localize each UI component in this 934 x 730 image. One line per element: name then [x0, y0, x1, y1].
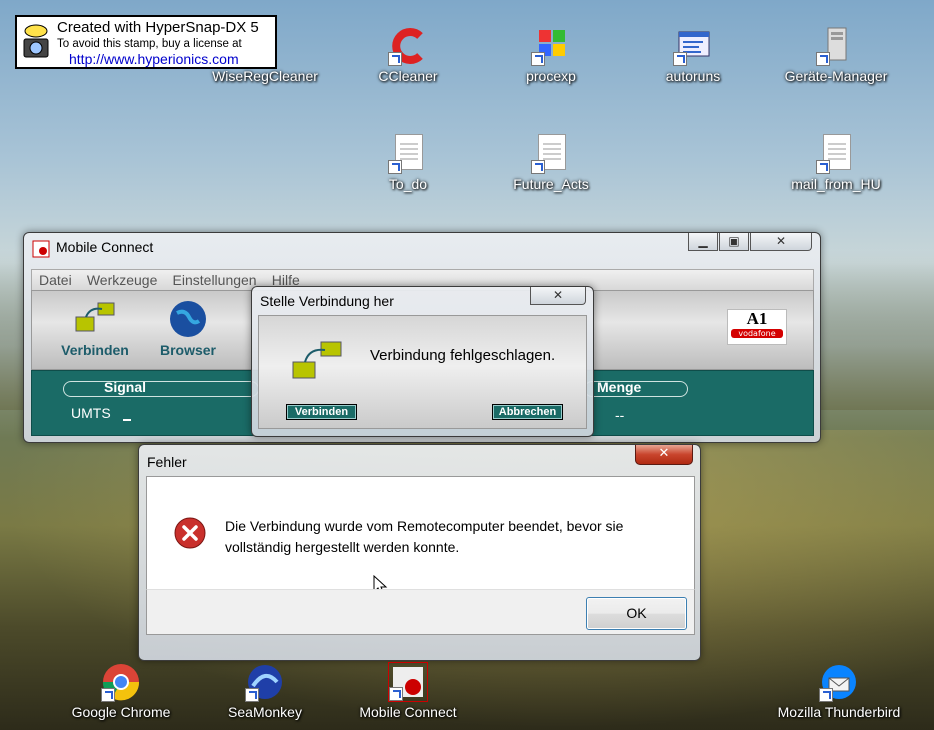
menge-label: Menge	[597, 379, 642, 395]
desktop-icon-label: To_do	[388, 176, 428, 192]
mobile-connect-icon	[388, 662, 428, 702]
shortcut-arrow-icon	[816, 160, 830, 174]
logo-text: A1	[746, 309, 768, 328]
camera-icon	[23, 24, 49, 58]
document-icon	[531, 134, 571, 174]
minimize-button[interactable]: ▁	[688, 233, 718, 251]
shortcut-arrow-icon	[673, 52, 687, 66]
mobile-connect-app-icon	[32, 240, 50, 258]
shortcut-arrow-icon	[816, 52, 830, 66]
desktop-icon-autoruns[interactable]: autoruns	[638, 26, 748, 84]
menu-werkzeuge[interactable]: Werkzeuge	[87, 270, 158, 288]
desktop-icon-ccleaner[interactable]: CCleaner	[353, 26, 463, 84]
error-dialog-title: Fehler	[147, 454, 187, 470]
error-dialog: Fehler ✕ Die Verbindung wurde vom Remote…	[138, 444, 701, 661]
error-message-area: Die Verbindung wurde vom Remotecomputer …	[146, 476, 695, 596]
desktop-icon-mozilla-thunderbird[interactable]: Mozilla Thunderbird	[774, 662, 904, 720]
signal-label: Signal	[104, 379, 147, 395]
shortcut-arrow-icon	[389, 687, 403, 701]
logo-sub: vodafone	[731, 329, 783, 338]
shortcut-arrow-icon	[101, 688, 115, 702]
wiseregcleaner-icon	[245, 26, 285, 66]
desktop-icon-label: mail_from_HU	[791, 176, 881, 192]
device-manager-icon	[816, 26, 856, 66]
desktop-icon-seamonkey[interactable]: SeaMonkey	[210, 662, 320, 720]
thunderbird-icon	[819, 662, 859, 702]
desktop-icon-geraete-manager[interactable]: Geräte-Manager	[781, 26, 891, 84]
desktop-icon-label: Mobile Connect	[359, 704, 457, 720]
error-message-line-2: vollständig hergestellt werden konnte.	[225, 539, 460, 555]
desktop-icon-label: procexp	[526, 68, 576, 84]
dialog-connect-button[interactable]: Verbinden	[286, 404, 357, 420]
connection-computers-icon	[75, 302, 115, 332]
desktop-icon-mail-from-hu[interactable]: mail_from_HU	[781, 134, 891, 192]
desktop-icon-label: Future_Acts	[513, 176, 589, 192]
desktop-icon-to-do[interactable]: To_do	[353, 134, 463, 192]
dialog-message: Verbindung fehlgeschlagen.	[370, 347, 556, 364]
connect-dialog: Stelle Verbindung her ✕ Verbindung fehlg…	[251, 286, 594, 437]
error-button-bar: OK	[146, 589, 695, 635]
shortcut-arrow-icon	[819, 688, 833, 702]
document-icon	[816, 134, 856, 174]
menu-datei[interactable]: Datei	[39, 270, 72, 288]
dialog-title: Stelle Verbindung her	[260, 293, 394, 309]
shortcut-arrow-icon	[531, 52, 545, 66]
ccleaner-icon	[388, 26, 428, 66]
autoruns-icon	[673, 26, 713, 66]
maximize-button[interactable]: ▣	[719, 233, 749, 251]
procexp-icon	[531, 26, 571, 66]
a1-vodafone-logo: A1 vodafone	[727, 309, 787, 345]
signal-cursor	[123, 419, 131, 421]
menge-value: --	[615, 407, 625, 423]
connection-computers-icon	[292, 341, 342, 379]
desktop-icon-label: Google Chrome	[71, 704, 171, 720]
desktop-icon-mobile-connect[interactable]: Mobile Connect	[353, 662, 463, 720]
document-icon	[388, 134, 428, 174]
network-type: UMTS	[71, 405, 111, 421]
desktop-icon-label: Mozilla Thunderbird	[777, 704, 901, 720]
dialog-cancel-button[interactable]: Abbrechen	[492, 404, 563, 420]
desktop-icon-label: autoruns	[665, 68, 721, 84]
shortcut-arrow-icon	[245, 688, 259, 702]
signal-pill	[63, 381, 259, 397]
chrome-icon	[101, 662, 141, 702]
desktop-icon-label: SeaMonkey	[228, 704, 302, 720]
globe-icon	[170, 301, 206, 337]
connect-tool-label: Verbinden	[61, 342, 129, 358]
browser-tool-label: Browser	[159, 342, 217, 358]
menu-einstellungen[interactable]: Einstellungen	[173, 270, 257, 288]
error-close-button[interactable]: ✕	[635, 445, 693, 465]
dialog-body: Verbindung fehlgeschlagen. Verbinden Abb…	[258, 315, 587, 429]
shortcut-arrow-icon	[388, 160, 402, 174]
error-message-line-1: Die Verbindung wurde vom Remotecomputer …	[225, 518, 624, 534]
seamonkey-icon	[245, 662, 285, 702]
desktop-icon-procexp[interactable]: procexp	[496, 26, 606, 84]
desktop-icon-wiseregcleaner[interactable]: WiseRegCleaner	[210, 26, 320, 84]
ok-button[interactable]: OK	[586, 597, 687, 630]
shortcut-arrow-icon	[531, 160, 545, 174]
connect-tool-button[interactable]: Verbinden	[60, 299, 130, 358]
window-title: Mobile Connect	[56, 239, 154, 255]
desktop-icon-label: Geräte-Manager	[784, 68, 888, 84]
desktop-icon-label: CCleaner	[378, 68, 438, 84]
desktop-icon-google-chrome[interactable]: Google Chrome	[66, 662, 176, 720]
desktop-icon-label: WiseRegCleaner	[212, 68, 318, 84]
close-button[interactable]: ✕	[750, 233, 812, 251]
dialog-close-button[interactable]: ✕	[530, 287, 586, 305]
shortcut-arrow-icon	[388, 52, 402, 66]
error-icon	[174, 517, 206, 549]
browser-tool-button[interactable]: Browser	[157, 299, 219, 358]
desktop-icon-future-acts[interactable]: Future_Acts	[496, 134, 606, 192]
